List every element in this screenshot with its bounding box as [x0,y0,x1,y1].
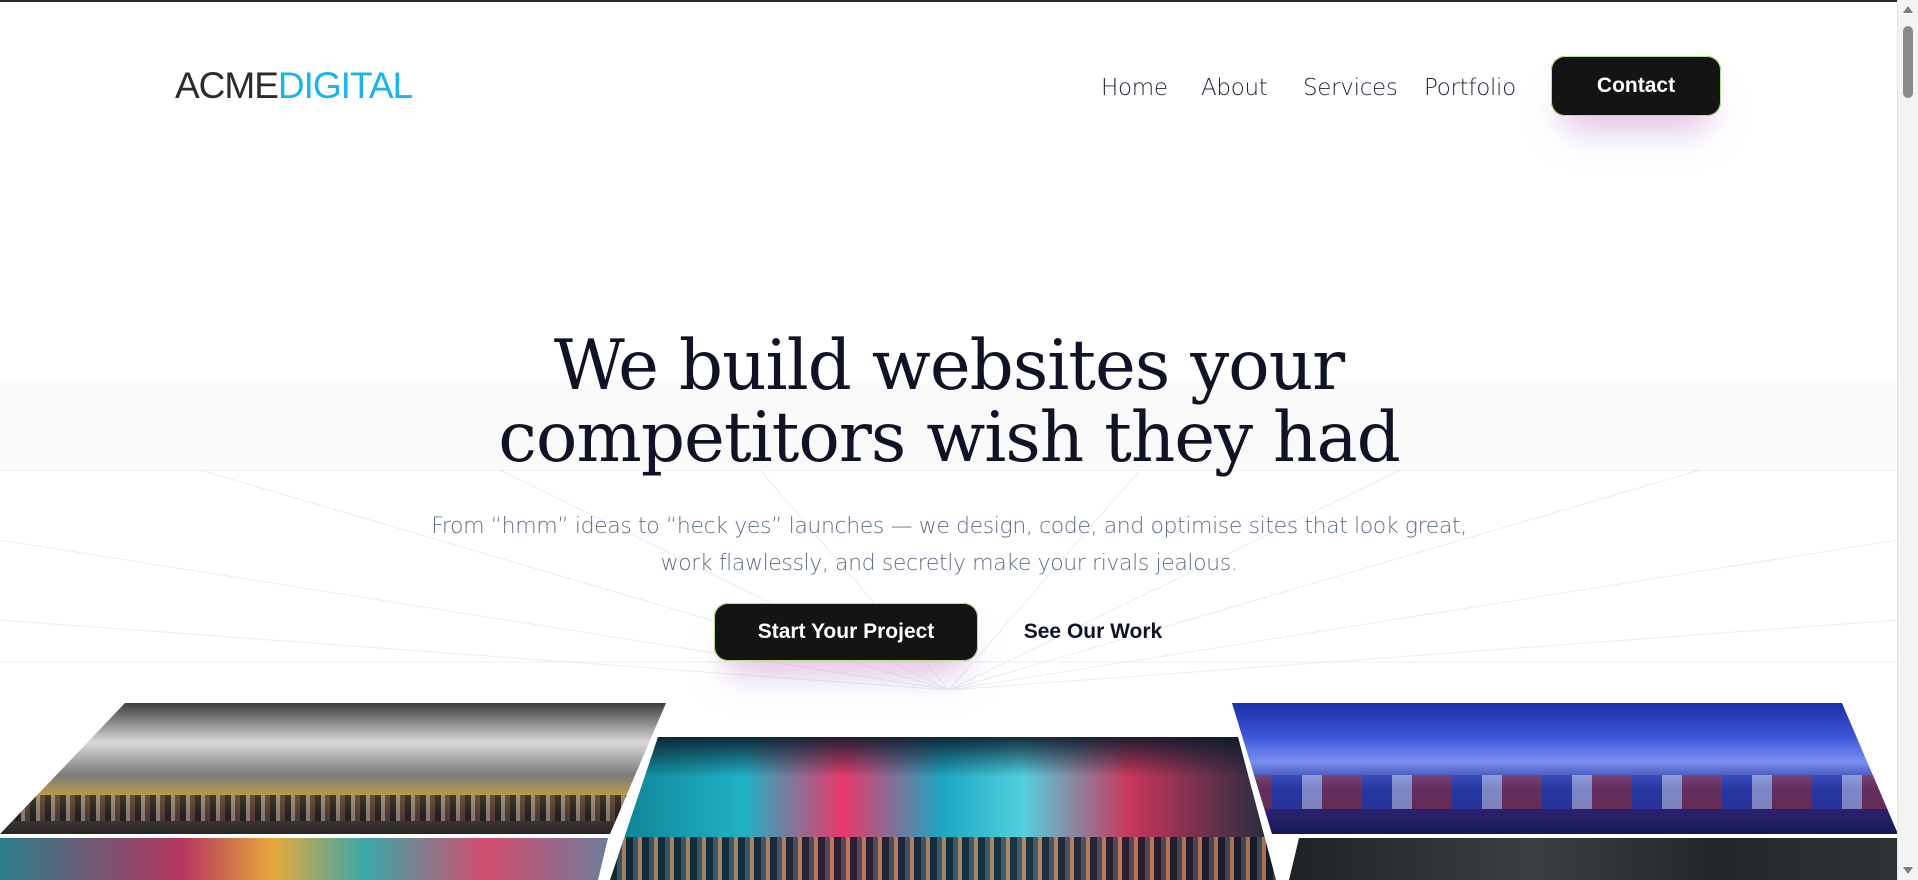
contact-button[interactable]: Contact [1551,56,1721,116]
start-project-button[interactable]: Start Your Project [714,603,978,661]
neon-signs-photo[interactable] [0,838,608,880]
nav-services[interactable]: Services [1303,70,1398,106]
hero-title: We build websites your competitors wish … [0,330,1898,474]
scroll-down-arrow-icon[interactable] [1903,867,1913,874]
nav-portfolio[interactable]: Portfolio [1424,70,1516,106]
dark-city-photo[interactable] [1289,838,1898,880]
hero-subtitle: From “hmm” ideas to “heck yes” launches … [0,508,1898,582]
browser-top-border [0,0,1898,2]
tokyo-street-night-photo[interactable] [610,737,1276,880]
tokyo-blue-street-photo[interactable] [1232,703,1898,834]
hero-title-line1: We build websites your [553,326,1345,406]
see-our-work-link[interactable]: See Our Work [1010,603,1176,661]
scroll-up-arrow-icon[interactable] [1903,6,1913,13]
hero-title-line2: competitors wish they had [498,398,1401,478]
hero-subtitle-line1: From “hmm” ideas to “heck yes” launches … [431,514,1467,539]
nav-home[interactable]: Home [1101,70,1168,106]
page-scrollbar[interactable] [1897,0,1918,880]
scroll-thumb[interactable] [1903,26,1913,98]
hero-subtitle-line2: work flawlessly, and secretly make your … [660,551,1238,576]
times-square-photo[interactable] [0,703,666,834]
nav-about[interactable]: About [1201,70,1268,106]
